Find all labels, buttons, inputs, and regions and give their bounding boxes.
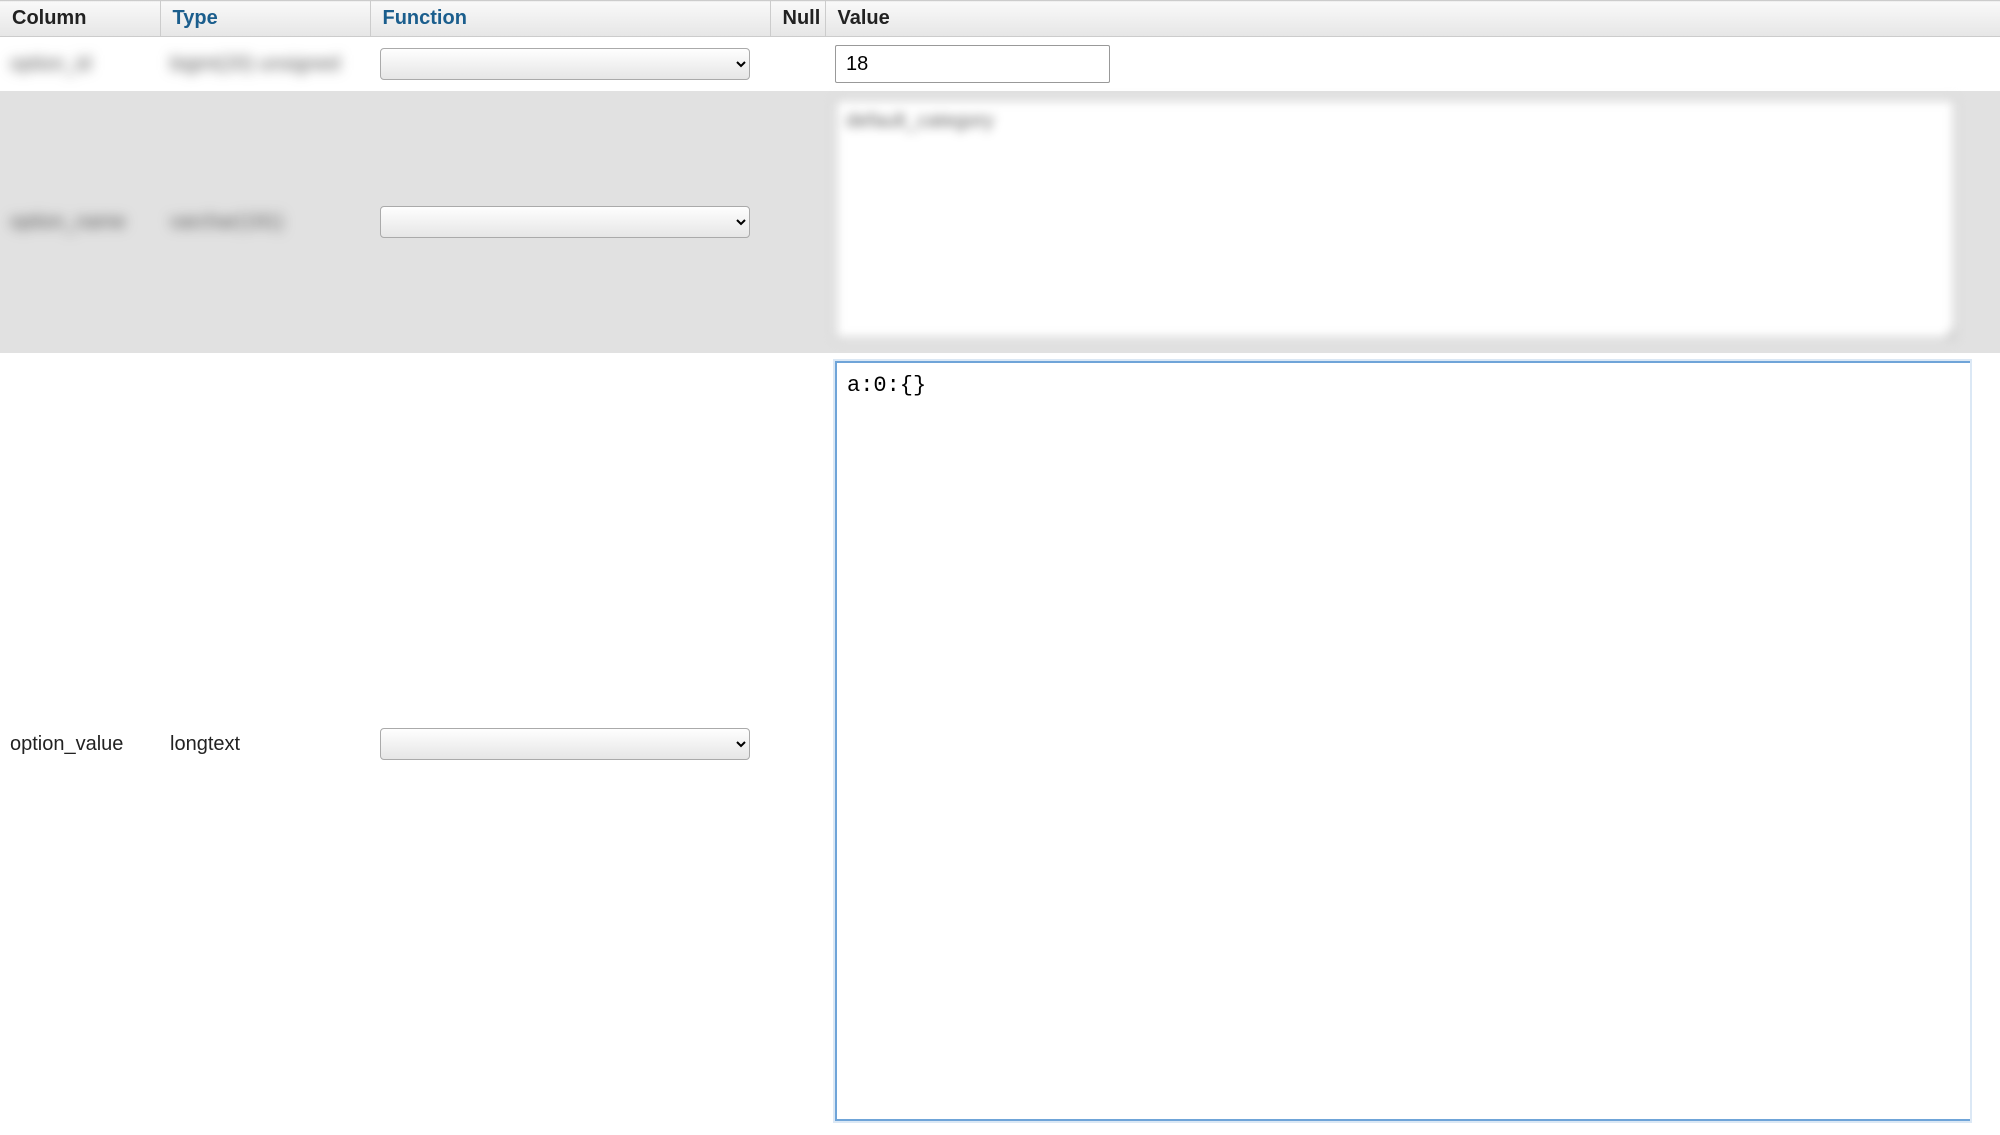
function-select[interactable] <box>380 206 750 238</box>
column-name: option_id <box>10 53 91 75</box>
column-type: longtext <box>170 733 240 756</box>
header-column: Column <box>0 1 160 37</box>
column-name: option_value <box>10 733 123 756</box>
header-null: Null <box>770 1 825 37</box>
function-select[interactable] <box>380 48 750 80</box>
header-function[interactable]: Function <box>370 1 770 37</box>
value-input[interactable] <box>835 45 1110 83</box>
value-textarea[interactable] <box>835 99 1955 339</box>
null-cell <box>770 91 825 353</box>
header-type[interactable]: Type <box>160 1 370 37</box>
edit-table: Column Type Function Null Value option_i… <box>0 0 2000 1135</box>
column-type: bigint(20) unsigned <box>170 53 340 75</box>
null-cell <box>770 353 825 1135</box>
table-row: option_name varchar(191) <box>0 91 2000 353</box>
table-row: option_value longtext <box>0 353 2000 1135</box>
table-header-row: Column Type Function Null Value <box>0 1 2000 37</box>
header-value: Value <box>825 1 2000 37</box>
null-cell <box>770 37 825 92</box>
value-code-textarea[interactable] <box>835 361 1970 1121</box>
table-row: option_id bigint(20) unsigned <box>0 37 2000 92</box>
column-type: varchar(191) <box>170 211 283 234</box>
column-name: option_name <box>10 211 126 234</box>
function-select[interactable] <box>380 728 750 760</box>
